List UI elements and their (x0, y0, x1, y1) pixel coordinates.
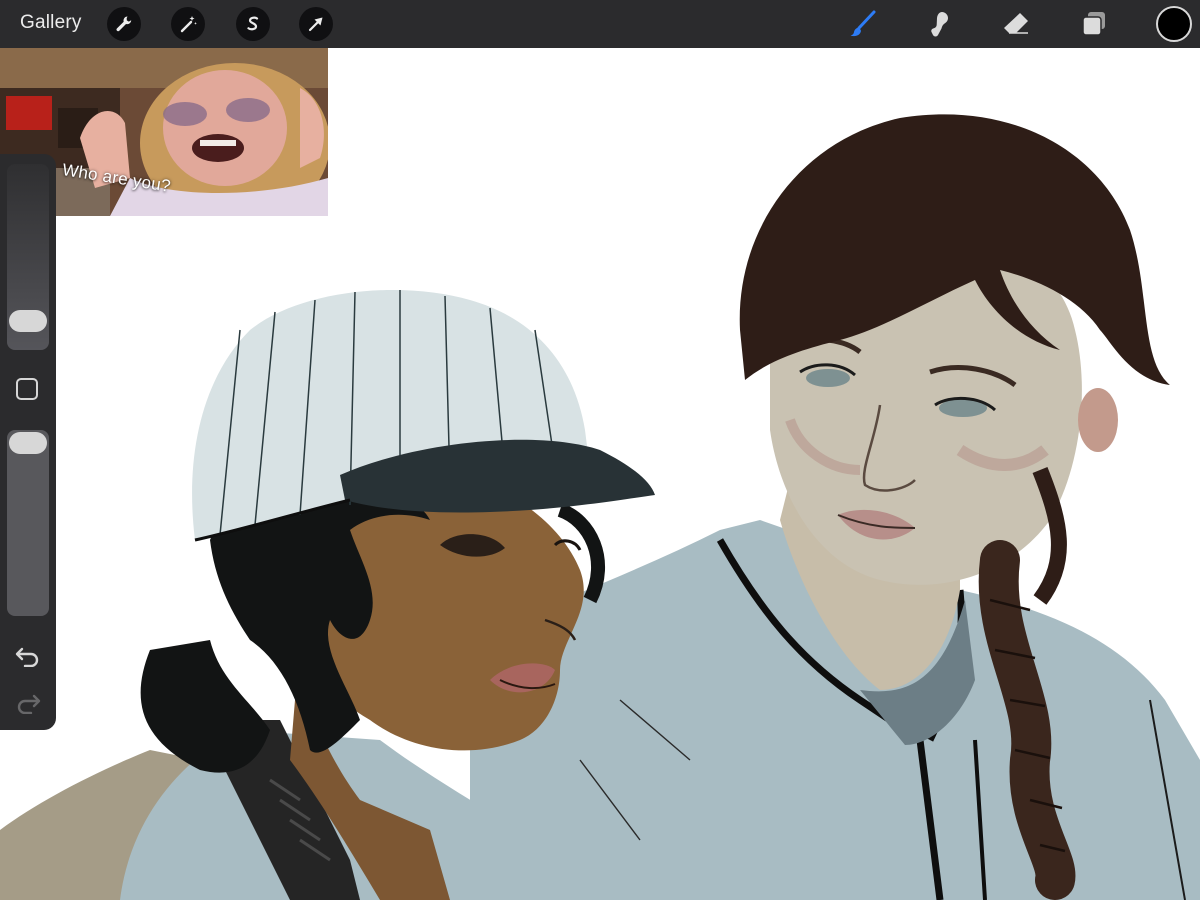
gallery-button[interactable]: Gallery (20, 12, 82, 34)
top-toolbar: Gallery (0, 0, 1200, 48)
brush-size-thumb[interactable] (9, 310, 47, 332)
brush-size-slider[interactable] (7, 164, 49, 350)
smudge-icon[interactable] (923, 8, 955, 40)
magic-wand-icon[interactable] (171, 7, 205, 41)
modify-square-icon[interactable] (16, 378, 38, 400)
opacity-thumb[interactable] (9, 432, 47, 454)
left-sidebar (0, 154, 56, 730)
layers-icon[interactable] (1078, 8, 1110, 40)
redo-icon[interactable] (14, 690, 42, 716)
wrench-icon[interactable] (107, 7, 141, 41)
selection-icon[interactable] (236, 7, 270, 41)
transform-arrow-icon[interactable] (299, 7, 333, 41)
undo-icon[interactable] (14, 643, 42, 669)
opacity-slider[interactable] (7, 430, 49, 616)
brush-icon[interactable] (846, 8, 878, 40)
color-swatch[interactable] (1156, 6, 1192, 42)
eraser-icon[interactable] (1000, 8, 1032, 40)
